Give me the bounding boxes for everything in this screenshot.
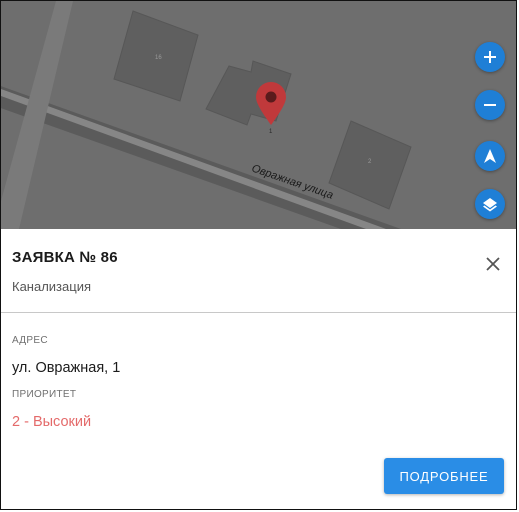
location-marker-icon (256, 82, 286, 125)
details-button[interactable]: ПОДРОБНЕЕ (384, 458, 504, 494)
divider (1, 312, 516, 313)
address-value: ул. Овражная, 1 (12, 360, 121, 376)
layers-button[interactable] (475, 189, 505, 219)
map-canvas: 16 1 2 Овражная улица (1, 1, 412, 229)
zoom-out-button[interactable] (475, 90, 505, 120)
priority-label: ПРИОРИТЕТ (12, 389, 77, 400)
request-title: ЗАЯВКА № 86 (12, 249, 118, 266)
request-category: Канализация (12, 279, 91, 294)
address-label: АДРЕС (12, 335, 48, 346)
app-frame: 16 1 2 Овражная улица ЗАЯВКА № 86 Канали… (0, 0, 517, 510)
plus-icon (484, 51, 496, 63)
street-road-center (1, 89, 386, 229)
house-label-1: 1 (269, 129, 273, 135)
house-label-16: 16 (155, 55, 162, 61)
minus-icon (484, 104, 496, 106)
map-view[interactable]: 16 1 2 Овражная улица (1, 1, 516, 229)
request-details-sheet: ЗАЯВКА № 86 Канализация АДРЕС ул. Овражн… (1, 229, 516, 509)
navigation-arrow-icon (484, 149, 496, 163)
layers-icon (483, 198, 497, 212)
building-2 (328, 120, 412, 210)
close-icon[interactable] (484, 255, 502, 273)
zoom-in-button[interactable] (475, 42, 505, 72)
locate-button[interactable] (475, 141, 505, 171)
priority-value: 2 - Высокий (12, 414, 92, 430)
